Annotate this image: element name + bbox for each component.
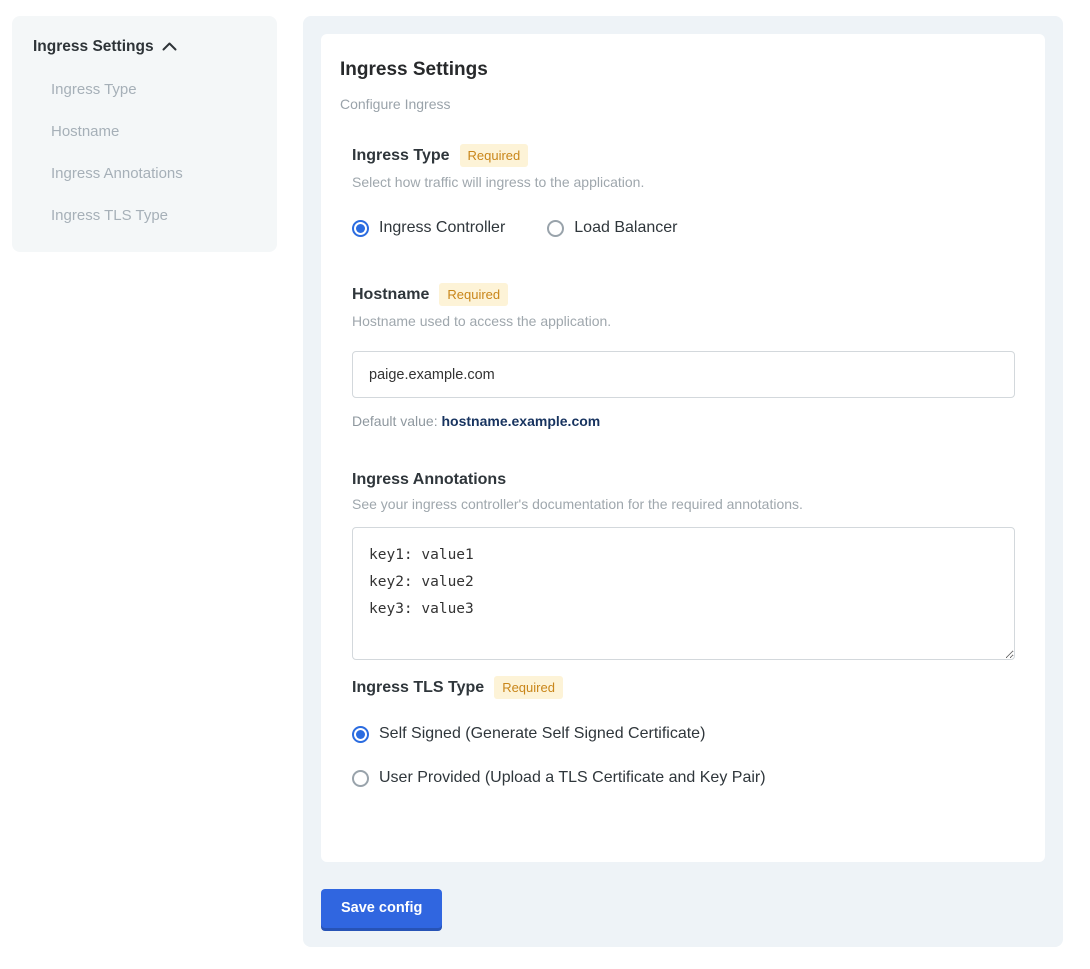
hostname-input[interactable]: [352, 351, 1015, 398]
help-text: See your ingress controller's documentat…: [352, 496, 1015, 512]
section-ingress-type: Ingress Type Required Select how traffic…: [352, 144, 1015, 237]
sidebar-item-ingress-annotations[interactable]: Ingress Annotations: [51, 165, 257, 182]
radio-button-icon[interactable]: [352, 726, 369, 743]
radio-button-icon[interactable]: [352, 770, 369, 787]
section-label: Ingress Type: [352, 147, 450, 165]
radio-label: User Provided (Upload a TLS Certificate …: [379, 769, 766, 787]
config-main-panel: Ingress Settings Configure Ingress Ingre…: [303, 16, 1063, 947]
config-sections: Ingress Type Required Select how traffic…: [352, 144, 1015, 787]
radio-self-signed[interactable]: Self Signed (Generate Self Signed Certif…: [352, 725, 1015, 743]
radio-button-icon[interactable]: [352, 220, 369, 237]
section-label: Hostname: [352, 286, 429, 304]
page-subtitle: Configure Ingress: [340, 96, 1015, 112]
default-value-text: hostname.example.com: [442, 413, 601, 429]
hostname-default-line: Default value: hostname.example.com: [352, 413, 1015, 429]
tls-type-radio-group: Self Signed (Generate Self Signed Certif…: [352, 725, 1015, 787]
section-heading: Ingress Type Required: [352, 144, 1015, 167]
config-nav-sidebar: Ingress Settings Ingress Type Hostname I…: [12, 16, 277, 252]
sidebar-group-label: Ingress Settings: [33, 38, 154, 56]
sidebar-item-ingress-tls-type[interactable]: Ingress TLS Type: [51, 207, 257, 224]
radio-user-provided[interactable]: User Provided (Upload a TLS Certificate …: [352, 769, 1015, 787]
default-value-label: Default value:: [352, 413, 438, 429]
section-heading: Ingress TLS Type Required: [352, 676, 1015, 699]
section-heading: Hostname Required: [352, 283, 1015, 306]
section-label: Ingress Annotations: [352, 471, 506, 489]
ingress-type-radio-group: Ingress Controller Load Balancer: [352, 219, 1015, 237]
help-text: Select how traffic will ingress to the a…: [352, 174, 1015, 190]
radio-label: Self Signed (Generate Self Signed Certif…: [379, 725, 705, 743]
section-label: Ingress TLS Type: [352, 679, 484, 697]
ingress-annotations-textarea[interactable]: key1: value1 key2: value2 key3: value3: [352, 527, 1015, 660]
section-ingress-annotations: Ingress Annotations See your ingress con…: [352, 471, 1015, 660]
ingress-settings-card: Ingress Settings Configure Ingress Ingre…: [321, 34, 1045, 862]
page-title: Ingress Settings: [340, 59, 1015, 81]
sidebar-group-ingress-settings[interactable]: Ingress Settings: [33, 38, 257, 56]
help-text: Hostname used to access the application.: [352, 313, 1015, 329]
required-badge: Required: [439, 283, 508, 306]
radio-load-balancer[interactable]: Load Balancer: [547, 219, 677, 237]
sidebar-item-list: Ingress Type Hostname Ingress Annotation…: [33, 81, 257, 224]
section-hostname: Hostname Required Hostname used to acces…: [352, 283, 1015, 429]
required-badge: Required: [494, 676, 563, 699]
section-heading: Ingress Annotations: [352, 471, 1015, 489]
chevron-up-icon: [162, 38, 177, 56]
radio-label: Ingress Controller: [379, 219, 505, 237]
sidebar-item-hostname[interactable]: Hostname: [51, 123, 257, 140]
required-badge: Required: [460, 144, 529, 167]
radio-button-icon[interactable]: [547, 220, 564, 237]
radio-ingress-controller[interactable]: Ingress Controller: [352, 219, 505, 237]
section-ingress-tls-type: Ingress TLS Type Required Self Signed (G…: [352, 676, 1015, 787]
sidebar-item-ingress-type[interactable]: Ingress Type: [51, 81, 257, 98]
save-config-button[interactable]: Save config: [321, 889, 442, 928]
radio-label: Load Balancer: [574, 219, 677, 237]
